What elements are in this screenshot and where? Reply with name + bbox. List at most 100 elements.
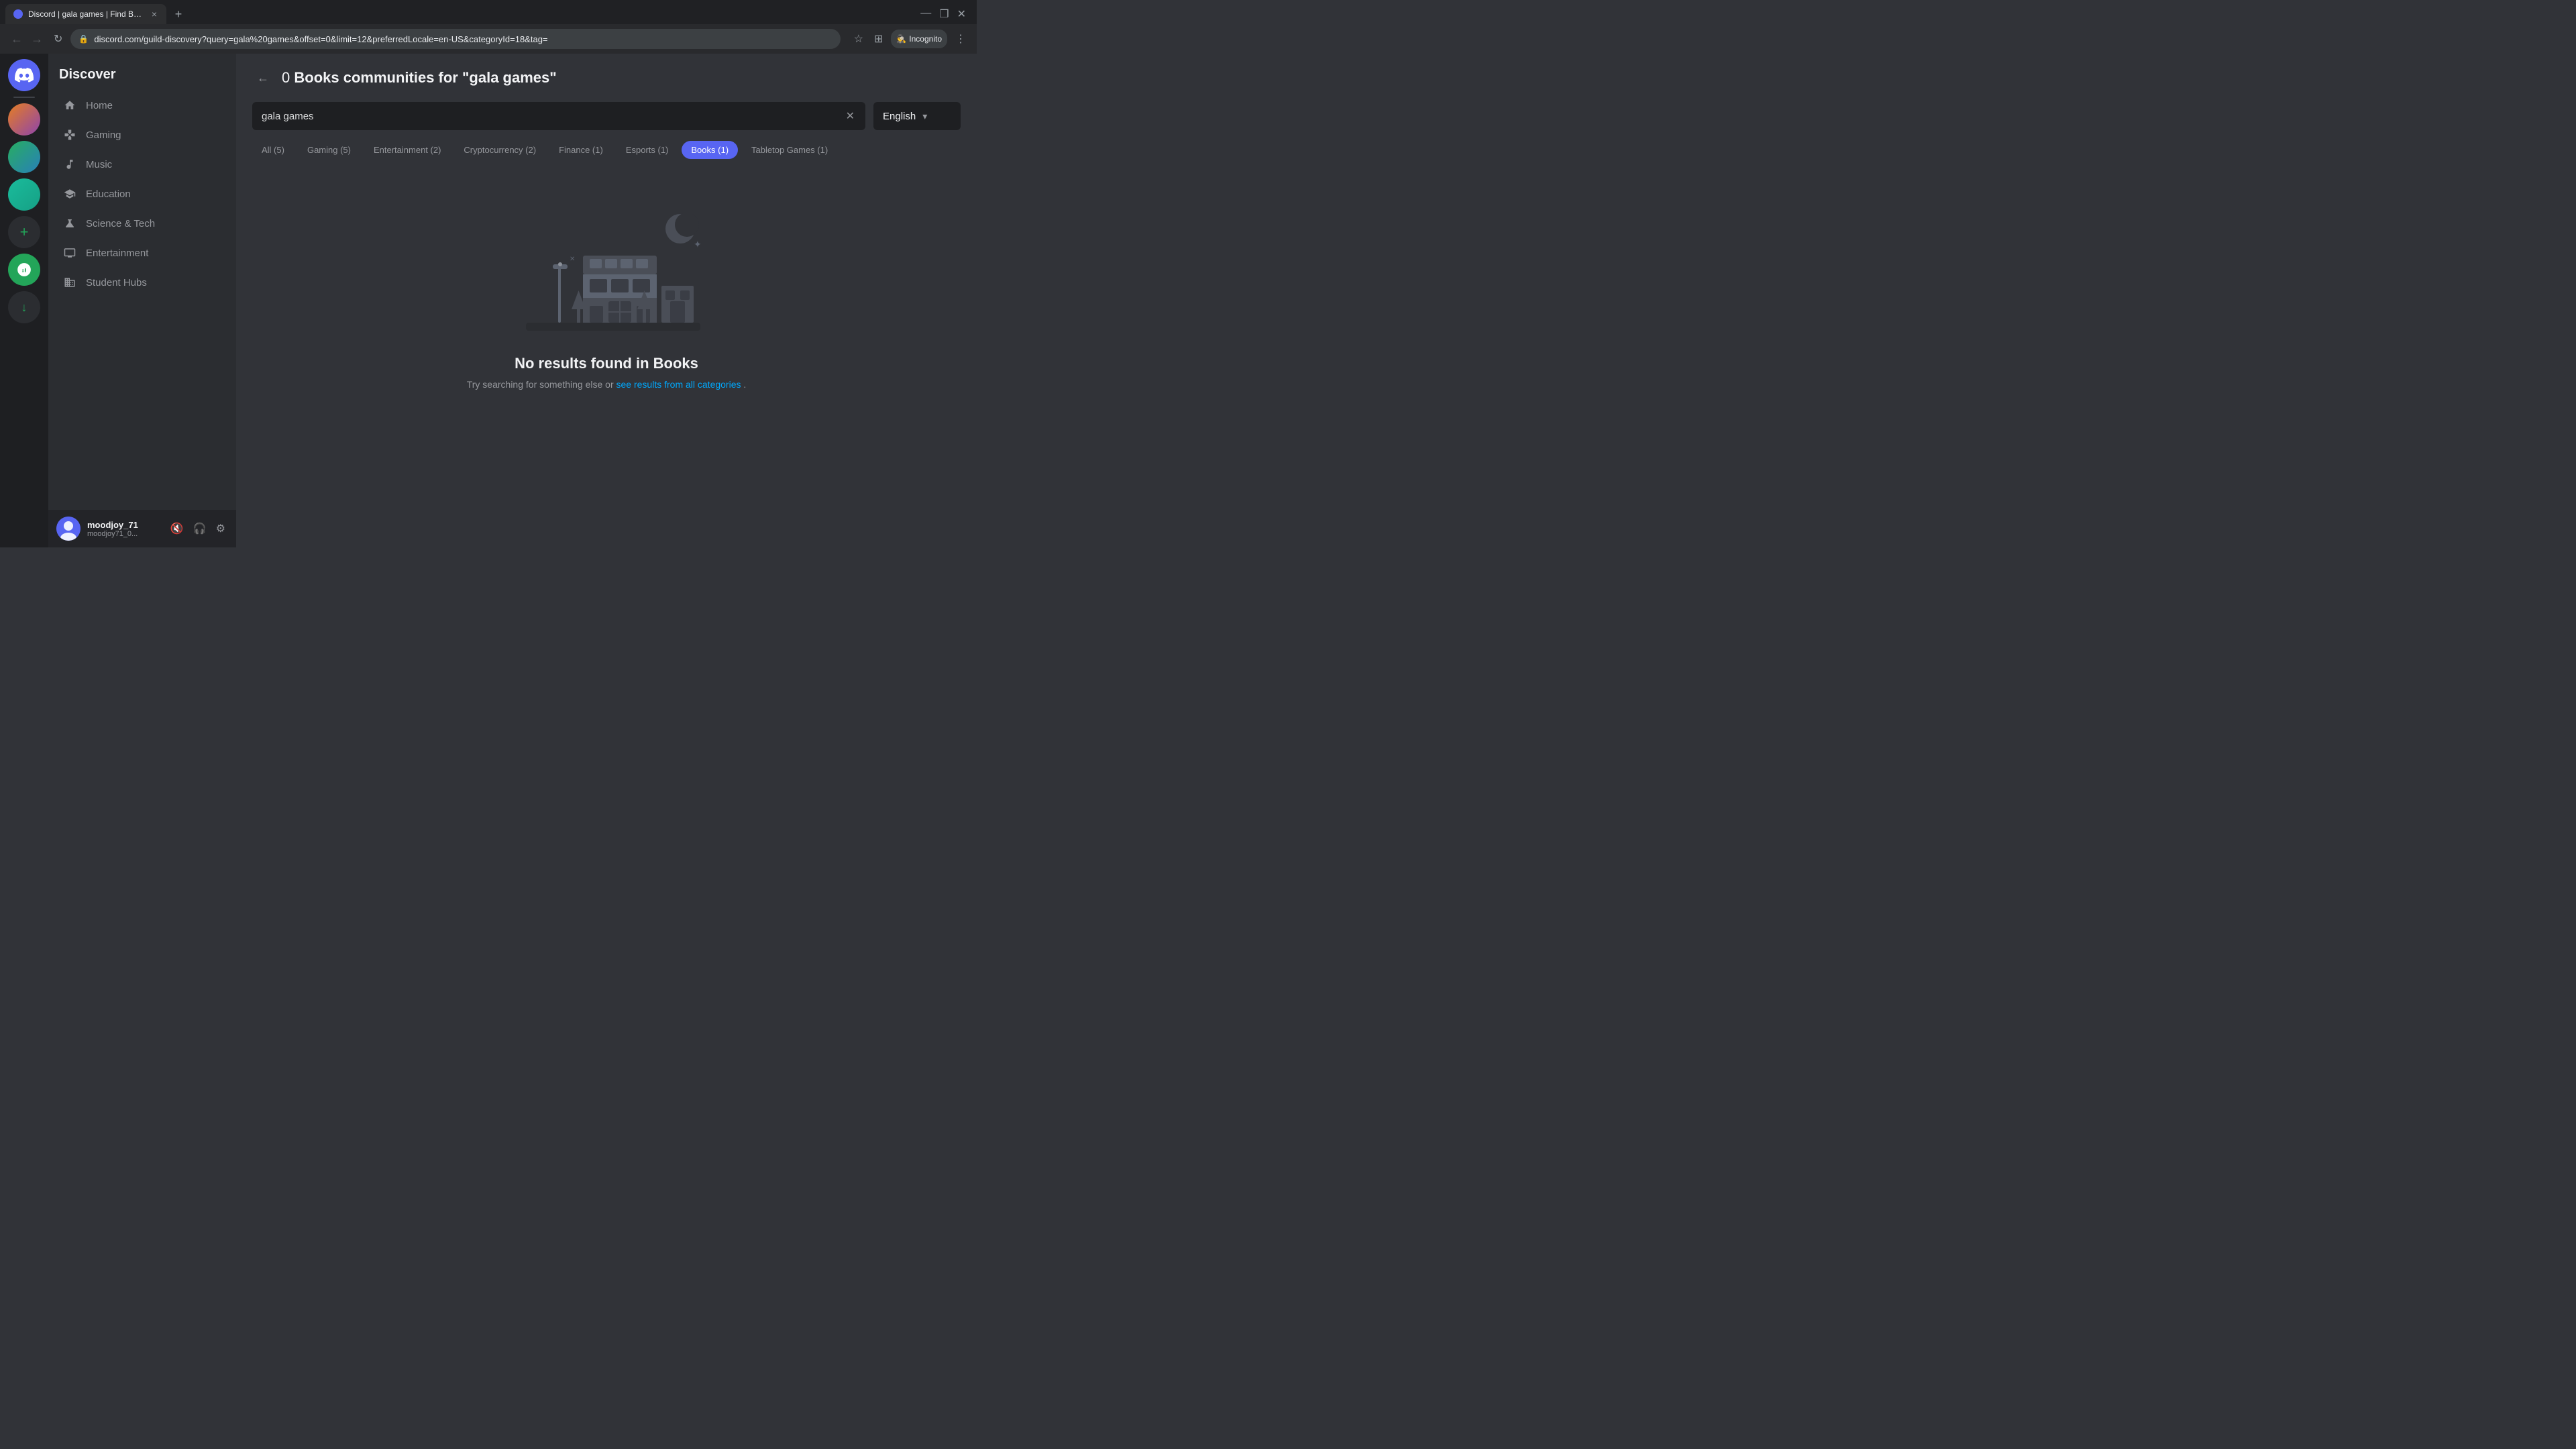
user-info: moodjoy_71 moodjoy71_0... (87, 520, 161, 538)
sidebar-item-entertainment-label: Entertainment (86, 248, 148, 259)
nav-panel-items: Home Gaming Music (48, 91, 236, 510)
filter-tab-finance[interactable]: Finance (1) (549, 141, 612, 159)
home-icon (62, 97, 78, 113)
nav-panel-title: Discover (48, 54, 236, 91)
sidebar-item-education-label: Education (86, 189, 131, 200)
browser-chrome: Discord | gala games | Find Boo... × + —… (0, 0, 977, 54)
user-tag: moodjoy71_0... (87, 530, 161, 538)
title-category: Books (294, 69, 339, 86)
page-header: ← 0 Books communities for "gala games" (252, 67, 961, 89)
download-button[interactable]: ↓ (8, 291, 40, 323)
filter-tab-entertainment[interactable]: Entertainment (2) (364, 141, 450, 159)
incognito-badge: 🕵 Incognito (891, 30, 947, 48)
search-clear-button[interactable]: ✕ (845, 108, 856, 124)
search-input[interactable] (262, 111, 845, 122)
sidebar-item-music-label: Music (86, 159, 112, 170)
filter-tab-all[interactable]: All (5) (252, 141, 294, 159)
language-label: English (883, 111, 916, 122)
back-button[interactable]: ← (252, 67, 274, 89)
filter-tab-cryptocurrency[interactable]: Cryptocurrency (2) (454, 141, 545, 159)
bookmark-button[interactable]: ☆ (851, 30, 866, 48)
empty-state: ✦ ✕ (252, 175, 961, 417)
active-tab[interactable]: Discord | gala games | Find Boo... × (5, 4, 166, 24)
filter-tab-tabletop[interactable]: Tabletop Games (1) (742, 141, 837, 159)
page-title: 0 Books communities for "gala games" (282, 69, 557, 87)
search-box: ✕ (252, 102, 865, 130)
nav-arrows: ← → (8, 30, 46, 49)
mute-button[interactable]: 🔇 (168, 519, 186, 538)
tab-close-button[interactable]: × (150, 7, 158, 21)
sidebar-item-home[interactable]: Home (54, 91, 231, 120)
user-controls: 🔇 🎧 ⚙ (168, 519, 228, 538)
filter-tabs: All (5) Gaming (5) Entertainment (2) Cry… (252, 141, 961, 159)
server-icon-1[interactable] (8, 103, 40, 136)
incognito-label: Incognito (909, 34, 942, 44)
sidebar-item-student-hubs-label: Student Hubs (86, 277, 147, 288)
empty-state-end: . (743, 379, 746, 390)
tab-title: Discord | gala games | Find Boo... (28, 9, 145, 19)
gaming-icon (62, 127, 78, 143)
app-layout: + ↓ Discover Home (0, 54, 977, 547)
sidebar-item-entertainment[interactable]: Entertainment (54, 238, 231, 268)
server-icon-2[interactable] (8, 141, 40, 173)
user-avatar (56, 517, 80, 541)
tab-bar: Discord | gala games | Find Boo... × + —… (0, 0, 977, 24)
music-icon (62, 156, 78, 172)
svg-text:✦: ✦ (694, 239, 702, 250)
minimize-button[interactable]: — (920, 7, 931, 21)
language-dropdown[interactable]: English ▾ (873, 102, 961, 130)
server-divider (13, 97, 35, 98)
chevron-down-icon: ▾ (922, 111, 927, 122)
address-bar[interactable]: 🔒 discord.com/guild-discovery?query=gala… (70, 29, 840, 49)
sidebar-item-gaming-label: Gaming (86, 129, 121, 141)
student-hubs-icon (62, 274, 78, 290)
svg-text:✕: ✕ (570, 256, 575, 263)
result-count: 0 (282, 69, 290, 86)
nav-panel: Discover Home Gaming (48, 54, 236, 547)
filter-tab-esports[interactable]: Esports (1) (616, 141, 678, 159)
filter-tab-books[interactable]: Books (1) (682, 141, 738, 159)
server-icon-3[interactable] (8, 178, 40, 211)
add-server-button[interactable]: + (8, 216, 40, 248)
refresh-button[interactable]: ↻ (51, 30, 65, 48)
username: moodjoy_71 (87, 520, 161, 530)
server-sidebar: + ↓ (0, 54, 48, 547)
see-all-categories-link[interactable]: see results from all categories (616, 379, 741, 390)
discord-logo[interactable] (8, 59, 40, 91)
title-query: "gala games" (462, 69, 557, 86)
filter-tab-gaming[interactable]: Gaming (5) (298, 141, 360, 159)
new-tab-button[interactable]: + (169, 5, 188, 23)
extensions-button[interactable]: ⊞ (871, 30, 885, 48)
sidebar-item-gaming[interactable]: Gaming (54, 120, 231, 150)
headset-button[interactable]: 🎧 (191, 519, 209, 538)
maximize-button[interactable]: ❐ (939, 7, 949, 21)
sidebar-item-science-tech[interactable]: Science & Tech (54, 209, 231, 238)
tab-favicon (13, 9, 23, 19)
close-window-button[interactable]: ✕ (957, 7, 966, 21)
forward-arrow[interactable]: → (28, 30, 46, 49)
science-tech-icon (62, 215, 78, 231)
incognito-icon: 🕵 (896, 34, 906, 44)
sidebar-item-science-tech-label: Science & Tech (86, 218, 155, 229)
navigation-bar: ← → ↻ 🔒 discord.com/guild-discovery?quer… (0, 24, 977, 54)
explore-servers-button[interactable] (8, 254, 40, 286)
sidebar-item-student-hubs[interactable]: Student Hubs (54, 268, 231, 297)
entertainment-icon (62, 245, 78, 261)
window-controls: — ❐ ✕ (920, 7, 971, 21)
empty-state-text: Try searching for something else or (467, 379, 616, 390)
settings-button[interactable]: ⚙ (213, 519, 228, 538)
sidebar-item-music[interactable]: Music (54, 150, 231, 179)
empty-state-title: No results found in Books (515, 355, 698, 372)
address-text: discord.com/guild-discovery?query=gala%2… (94, 34, 832, 44)
nav-actions: ☆ ⊞ 🕵 Incognito ⋮ (846, 30, 969, 48)
browser-menu-button[interactable]: ⋮ (953, 30, 969, 48)
user-panel: moodjoy_71 moodjoy71_0... 🔇 🎧 ⚙ (48, 510, 236, 547)
main-content: ← 0 Books communities for "gala games" ✕… (236, 54, 977, 547)
sidebar-item-education[interactable]: Education (54, 179, 231, 209)
search-row: ✕ English ▾ (252, 102, 961, 130)
sidebar-item-home-label: Home (86, 100, 113, 111)
empty-illustration: ✦ ✕ (486, 202, 727, 336)
lock-icon: 🔒 (78, 34, 89, 44)
back-arrow[interactable]: ← (8, 30, 25, 49)
education-icon (62, 186, 78, 202)
